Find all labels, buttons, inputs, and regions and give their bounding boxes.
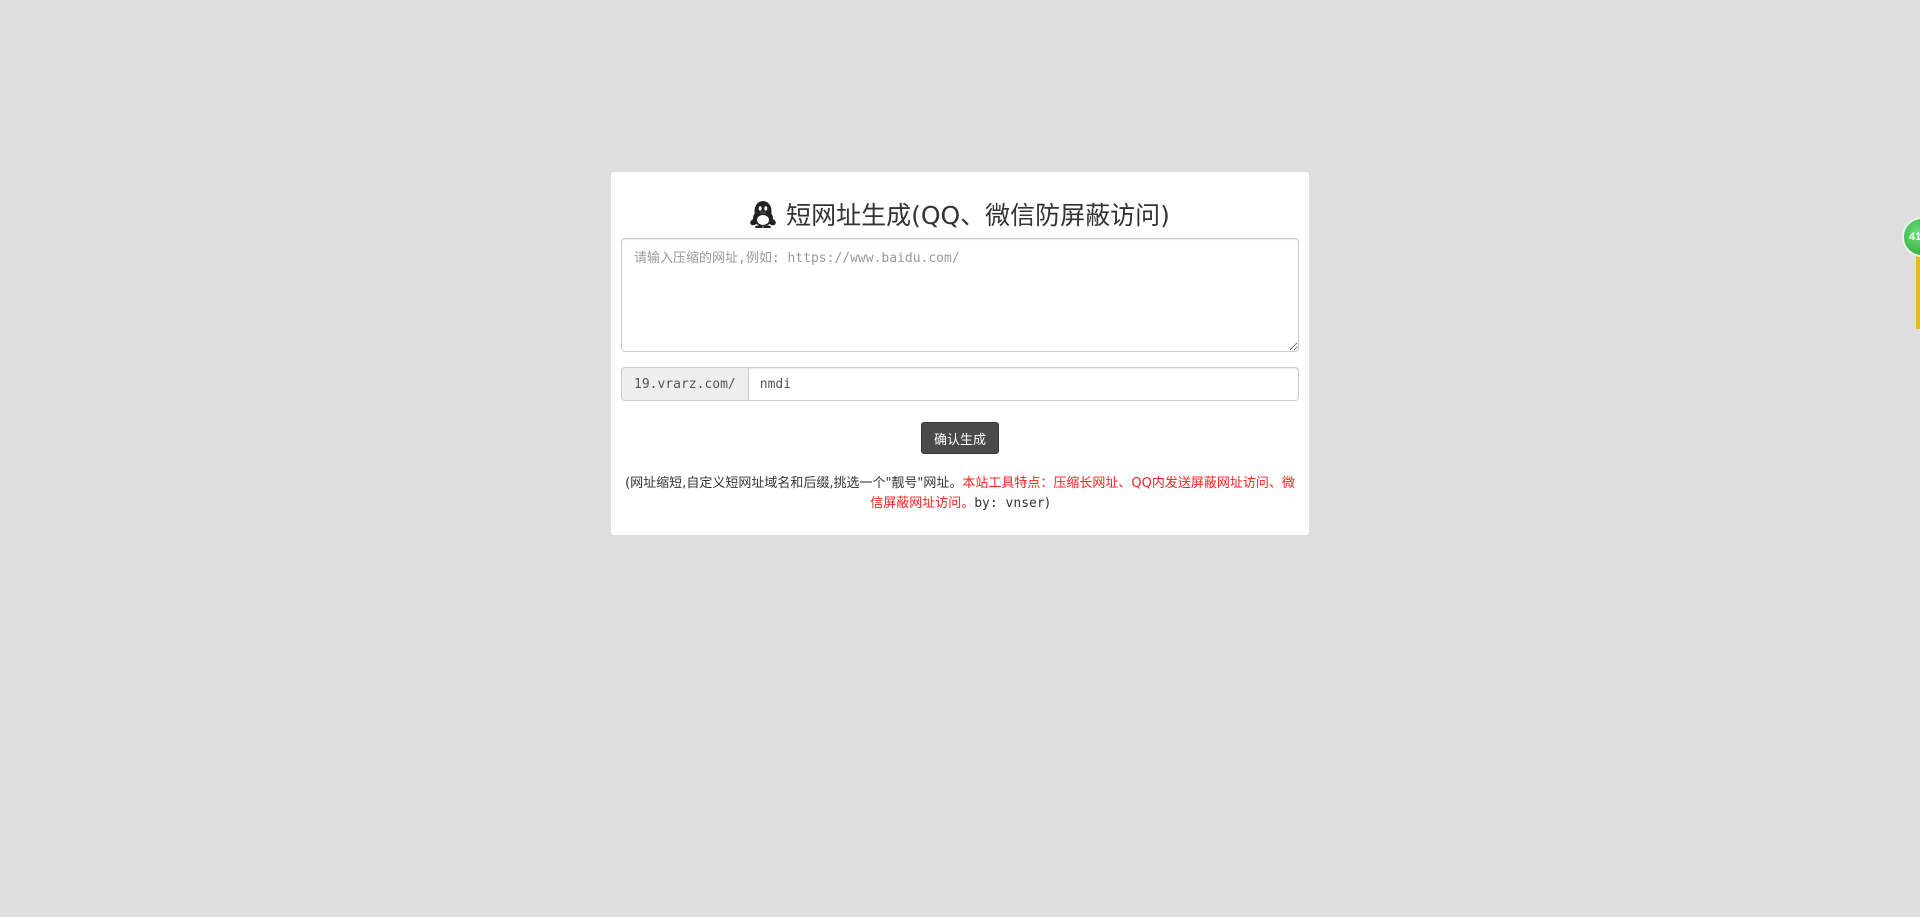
floating-widget-text: 41 — [1909, 231, 1920, 243]
url-suffix-input[interactable] — [747, 367, 1299, 401]
description-author: by: vnser — [974, 496, 1045, 511]
description-open: (网址缩短,自定义短网址域名和后缀,挑选一个"靓号"网址。 — [625, 476, 963, 491]
page-title: 短网址生成(QQ、微信防屏蔽访问) — [621, 198, 1299, 230]
floating-widget-bar[interactable] — [1916, 256, 1920, 329]
long-url-textarea[interactable] — [621, 238, 1299, 352]
confirm-generate-button[interactable]: 确认生成 — [920, 422, 999, 454]
qq-penguin-icon — [750, 201, 776, 228]
suffix-input-group: 19.vrarz.com/ — [621, 367, 1299, 401]
description-close: ) — [1044, 496, 1050, 511]
page-title-text: 短网址生成(QQ、微信防屏蔽访问) — [786, 201, 1170, 230]
short-url-card: 短网址生成(QQ、微信防屏蔽访问) 19.vrarz.com/ 确认生成 (网址… — [611, 172, 1309, 535]
submit-row: 确认生成 — [621, 422, 1299, 454]
domain-prefix-label: 19.vrarz.com/ — [621, 367, 748, 401]
floating-widget-ball[interactable]: 41 — [1902, 217, 1920, 257]
description-text: (网址缩短,自定义短网址域名和后缀,挑选一个"靓号"网址。本站工具特点：压缩长网… — [621, 474, 1299, 514]
